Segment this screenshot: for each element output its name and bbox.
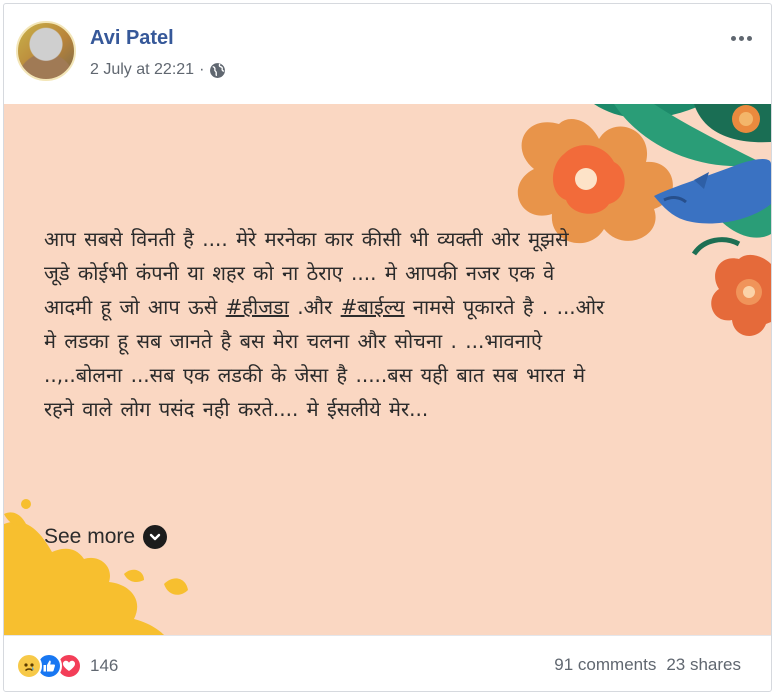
hashtag-link[interactable]: #बाईल्य [341, 295, 405, 319]
post-text-line: आदमी हू जो आप ऊसे #हीजडा .और #बाईल्य नाम… [44, 290, 724, 324]
text-segment: नामसे पूकारते है . ...ओर [404, 295, 605, 319]
globe-icon[interactable] [209, 62, 226, 79]
more-horizontal-icon [730, 35, 736, 41]
text-segment: .और [288, 295, 341, 319]
avatar[interactable] [16, 21, 76, 81]
post-text-line: आप सबसे विनती है .... मेरे मरनेका कार की… [44, 227, 569, 251]
see-more-button[interactable]: See more [44, 525, 168, 549]
reactions-summary[interactable]: 146 [16, 653, 118, 679]
post-text-line: मे लडका हू सब जानते है बस मेरा चलना और स… [44, 329, 542, 353]
post-text-line: रहने वाले लोग पसंद नही करते.... मे ईसलीय… [44, 397, 429, 421]
sad-icon [16, 653, 42, 679]
reaction-count: 146 [90, 656, 119, 675]
meta-separator: · [199, 61, 205, 78]
text-segment: आदमी हू जो आप ऊसे [44, 295, 226, 319]
post-footer: 146 91 comments 23 shares [4, 635, 771, 692]
post-timestamp[interactable]: 2 July at 22:21 [90, 61, 194, 79]
post-text-line: ..,..बोलना ...सब एक लडकी के जेसा है ....… [44, 363, 586, 387]
comments-link[interactable]: 91 comments [554, 655, 656, 675]
post-text: आप सबसे विनती है .... मेरे मरनेका कार की… [44, 222, 724, 426]
author-name[interactable]: Avi Patel [90, 27, 174, 50]
chevron-down-icon [143, 525, 168, 549]
more-options-button[interactable] [725, 26, 757, 50]
see-more-label: See more [44, 525, 136, 548]
engagement-stats: 91 comments 23 shares [554, 655, 741, 675]
post-meta: 2 July at 22:21 · [90, 60, 226, 80]
post-image[interactable]: आप सबसे विनती है .... मेरे मरनेका कार की… [4, 104, 771, 635]
hashtag-link[interactable]: #हीजडा [226, 295, 289, 319]
post-card: Avi Patel 2 July at 22:21 · आप सबसे विनत… [3, 3, 772, 692]
post-header: Avi Patel 2 July at 22:21 · [4, 4, 771, 104]
shares-link[interactable]: 23 shares [666, 655, 741, 675]
post-text-line: जूडे कोईभी कंपनी या शहर को ना ठेराए ....… [44, 261, 555, 285]
